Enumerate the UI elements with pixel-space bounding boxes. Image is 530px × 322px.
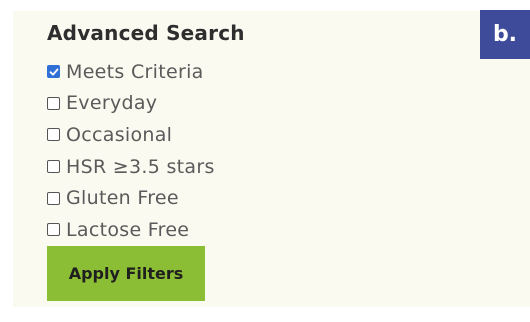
checkbox-meets-criteria[interactable] (47, 65, 60, 79)
filter-options-list: Meets Criteria Everyday Occasional HSR ≥… (47, 56, 215, 246)
advanced-search-title: Advanced Search (47, 21, 245, 45)
checkbox-lactose-free[interactable] (47, 223, 60, 237)
filter-label-hsr: HSR ≥3.5 stars (66, 155, 215, 178)
filter-label-meets-criteria: Meets Criteria (66, 60, 204, 83)
filter-label-everyday: Everyday (66, 92, 158, 115)
apply-filters-button[interactable]: Apply Filters (47, 246, 205, 301)
figure-label-badge: b. (480, 10, 530, 59)
filter-option-occasional[interactable]: Occasional (47, 119, 215, 151)
filter-option-hsr[interactable]: HSR ≥3.5 stars (47, 151, 215, 183)
checkbox-gluten-free[interactable] (47, 191, 60, 205)
filter-option-everyday[interactable]: Everyday (47, 88, 215, 120)
checkbox-occasional[interactable] (47, 128, 60, 142)
filter-label-lactose-free: Lactose Free (66, 218, 190, 241)
filter-option-gluten-free[interactable]: Gluten Free (47, 182, 215, 214)
filter-option-meets-criteria[interactable]: Meets Criteria (47, 56, 215, 88)
checkbox-everyday[interactable] (47, 96, 60, 110)
filter-label-occasional: Occasional (66, 123, 173, 146)
check-icon (49, 68, 58, 76)
filter-label-gluten-free: Gluten Free (66, 187, 179, 210)
filter-option-lactose-free[interactable]: Lactose Free (47, 214, 215, 246)
checkbox-hsr[interactable] (47, 160, 60, 174)
